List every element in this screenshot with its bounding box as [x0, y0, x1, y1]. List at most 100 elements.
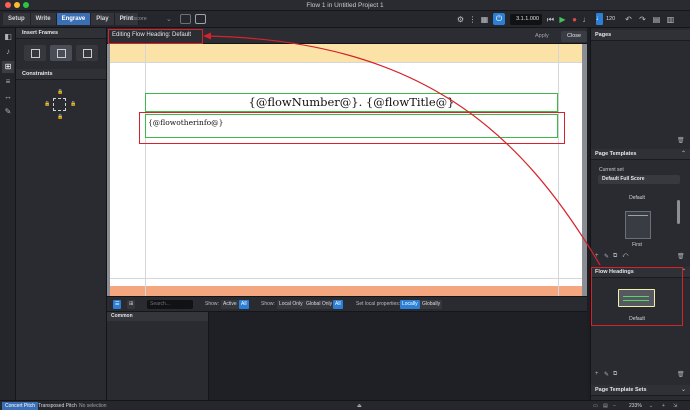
- layout-selector[interactable]: Full score: [123, 16, 147, 22]
- pen-icon[interactable]: ✎: [2, 106, 14, 118]
- show2-label: Show:: [261, 301, 275, 307]
- grid-view-icon[interactable]: ⊞: [127, 300, 136, 309]
- tempo-value: 120: [606, 16, 616, 22]
- graphics-frame-icon: [82, 48, 92, 58]
- show-all-button[interactable]: All: [239, 300, 249, 309]
- duplicate-icon[interactable]: ⧉: [613, 253, 617, 260]
- mode-tab-write[interactable]: Write: [30, 13, 57, 25]
- concert-pitch-button[interactable]: Concert Pitch: [2, 402, 39, 410]
- rewind-icon[interactable]: ⏮: [545, 14, 556, 25]
- graphic-editing-icon[interactable]: ♪: [2, 46, 14, 58]
- add-icon[interactable]: +: [595, 253, 599, 259]
- main-toolbar: Setup Write Engrave Play Print Full scor…: [0, 11, 690, 28]
- right-panel-scrollbar[interactable]: [677, 200, 680, 224]
- insert-frames-header: Insert Frames: [16, 28, 106, 39]
- lock-left-icon[interactable]: 🔒: [44, 101, 50, 107]
- page-templates-section-label: Page Templates: [595, 151, 637, 157]
- page[interactable]: {@flowNumber@}. {@flowTitle@} {@flowothe…: [110, 44, 582, 296]
- guide-line: [558, 44, 559, 296]
- time-display: 3.1.1.000: [510, 14, 542, 25]
- trash-icon[interactable]: 🗑: [677, 253, 685, 260]
- music-area[interactable]: {@flowNumber@}. {@flowTitle@} {@flowothe…: [107, 44, 587, 296]
- window-titlebar: Flow 1 in Untitled Project 1: [0, 0, 690, 11]
- show-all2-button[interactable]: All: [333, 300, 343, 309]
- frame-icon: [30, 48, 40, 58]
- list-view-icon[interactable]: ☰: [113, 300, 122, 309]
- mode-tab-setup[interactable]: Setup: [3, 13, 31, 25]
- lock-right-icon[interactable]: 🔒: [70, 101, 76, 107]
- window-layout-icon[interactable]: [180, 14, 191, 24]
- flow-heading-text-frame[interactable]: {@flowNumber@}. {@flowTitle@}: [145, 93, 558, 112]
- current-set-select[interactable]: Default Full Score: [598, 175, 680, 184]
- redo-icon[interactable]: ↷: [637, 14, 648, 25]
- mode-tab-engrave[interactable]: Engrave: [56, 13, 92, 25]
- page-top-margin: [110, 44, 582, 62]
- show-active-button[interactable]: Active: [221, 300, 239, 309]
- record-icon[interactable]: ●: [569, 14, 580, 25]
- tab-layout-icon[interactable]: [195, 14, 206, 24]
- edit-icon[interactable]: ✎: [604, 371, 609, 378]
- annotation-box-frame: [139, 112, 565, 144]
- spacing-icon[interactable]: ↔: [2, 91, 14, 103]
- ruler-icon[interactable]: ≡: [2, 76, 14, 88]
- window-title: Flow 1 in Untitled Project 1: [306, 2, 384, 9]
- show-label: Show:: [205, 301, 219, 307]
- pages-tools: 🗑: [591, 136, 690, 146]
- frame-editing-icon[interactable]: ⊞: [2, 61, 14, 73]
- duplicate-icon[interactable]: ⧉: [613, 371, 617, 378]
- page-template-first-thumbnail[interactable]: [625, 211, 651, 239]
- chevron-down-icon[interactable]: ⌄: [166, 15, 172, 23]
- page-template-sets-section-header[interactable]: Page Template Sets ⌄: [591, 385, 690, 396]
- keyboard-icon[interactable]: ▦: [479, 14, 490, 25]
- globally-button[interactable]: Globally: [420, 300, 443, 309]
- trash-icon[interactable]: 🗑: [677, 137, 685, 144]
- insert-graphics-frame-button[interactable]: [76, 45, 98, 61]
- apply-button[interactable]: Apply: [529, 31, 555, 42]
- set-local-properties-label: Set local properties:: [356, 301, 401, 307]
- undo-icon[interactable]: ↶: [623, 14, 634, 25]
- page-templates-tools: + ✎ ⧉ ⤺ 🗑: [591, 252, 690, 262]
- panel-toggle-icon[interactable]: ◧: [2, 31, 14, 43]
- properties-search-input[interactable]: Search...: [147, 300, 193, 309]
- close-button[interactable]: Close: [561, 31, 588, 42]
- add-icon[interactable]: +: [595, 371, 599, 377]
- flow-headings-tools: + ✎ ⧉ 🗑: [591, 370, 690, 380]
- eject-icon[interactable]: ⏏: [354, 402, 365, 410]
- chevron-down-icon[interactable]: ⌄: [646, 402, 656, 410]
- mixer-icon[interactable]: ⋮: [467, 14, 478, 25]
- insert-text-frame-button[interactable]: [50, 45, 72, 61]
- right-panel-icon[interactable]: ▥: [665, 14, 676, 25]
- chevron-down-icon[interactable]: ⌄: [681, 385, 686, 396]
- zoom-out-icon[interactable]: −: [610, 402, 619, 410]
- power-icon[interactable]: ⏻: [493, 13, 505, 25]
- right-panel: Pages 🗑 Page Templates ⌃ Current set Def…: [590, 28, 690, 400]
- local-only-button[interactable]: Local Only: [277, 300, 305, 309]
- play-icon[interactable]: ▶: [557, 14, 568, 25]
- click-icon[interactable]: ♩: [581, 14, 592, 25]
- lock-bottom-icon[interactable]: 🔒: [57, 114, 63, 120]
- locally-button[interactable]: Locally: [400, 300, 420, 309]
- selection-status: No selection: [79, 403, 107, 409]
- properties-icon[interactable]: ▤: [651, 14, 662, 25]
- insert-frame-button[interactable]: [24, 45, 46, 61]
- revert-icon[interactable]: ⤺: [622, 253, 628, 260]
- transposed-pitch-button[interactable]: Transposed Pitch: [35, 402, 80, 410]
- pages-section-header[interactable]: Pages: [591, 30, 690, 41]
- page-bottom-margin: [110, 286, 582, 296]
- zoom-in-icon[interactable]: +: [659, 402, 668, 410]
- property-groups-list: Common: [107, 312, 209, 401]
- gear-icon[interactable]: ⚙: [455, 14, 466, 25]
- trash-icon[interactable]: 🗑: [677, 371, 685, 378]
- fit-icon[interactable]: ⇲: [670, 402, 680, 410]
- global-only-button[interactable]: Global Only: [304, 300, 335, 309]
- edit-icon[interactable]: ✎: [604, 253, 609, 260]
- property-group-common[interactable]: Common: [107, 312, 208, 321]
- tempo-note-icon[interactable]: ♩: [596, 13, 603, 25]
- zoom-level[interactable]: 233%: [626, 402, 645, 410]
- chevron-up-icon[interactable]: ⌃: [681, 149, 686, 160]
- status-bar: Concert Pitch Transposed Pitch No select…: [0, 400, 690, 410]
- mode-tab-play[interactable]: Play: [91, 13, 115, 25]
- lock-top-icon[interactable]: 🔒: [57, 89, 63, 95]
- text-frame-icon: [56, 48, 66, 58]
- page-templates-section-header[interactable]: Page Templates ⌃: [591, 149, 690, 160]
